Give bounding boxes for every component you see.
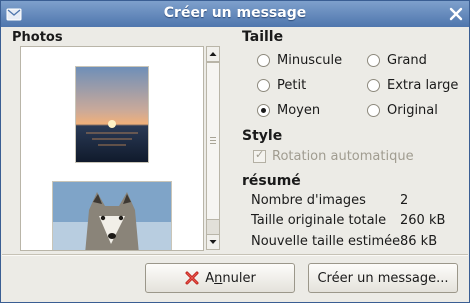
cancel-button[interactable]: Annuler [145,263,295,293]
radio-label: Original [387,103,438,118]
size-option-minuscule[interactable]: Minuscule [257,53,342,68]
photo-list-scrollbar[interactable] [206,46,220,250]
summary-row-value: 260 kB [400,213,446,228]
radio-label: Extra large [387,78,459,93]
summary-row-label: Nombre d'images [251,193,366,208]
radio-label: Moyen [277,103,321,118]
sunset-image [76,67,148,162]
radio-label: Grand [387,53,427,68]
auto-rotate-checkbox[interactable]: ✓ Rotation automatique [253,148,414,164]
summary-section-label: résumé [242,173,301,189]
radio-icon [257,54,270,67]
grip-line [210,140,216,141]
checkbox-icon: ✓ [253,148,266,163]
size-option-moyen[interactable]: Moyen [257,103,320,118]
summary-row-value: 86 kB [400,234,438,249]
summary-row-value: 2 [400,193,409,208]
cancel-icon [185,271,199,285]
cancel-button-label: Annuler [205,270,256,286]
size-option-original[interactable]: Original [367,103,438,118]
arrow-down-icon [209,240,217,244]
title-bar[interactable]: Créer un message [1,1,469,27]
scroll-down-button[interactable] [207,234,219,249]
size-section-label: Taille [242,29,284,45]
scrollbar-thumb[interactable] [207,62,219,220]
radio-icon [257,79,270,92]
size-option-extra-large[interactable]: Extra large [367,78,458,93]
create-message-button[interactable]: Créer un message... [308,263,458,293]
radio-label: Minuscule [277,53,343,68]
arrow-up-icon [209,52,217,56]
create-message-button-label: Créer un message... [317,270,449,286]
wolf-image [53,182,171,250]
checkbox-label: Rotation automatique [272,149,414,164]
radio-label: Petit [277,78,307,93]
close-icon[interactable] [447,5,465,23]
window-title: Créer un message [163,5,307,21]
photo-list[interactable] [20,46,204,251]
radio-selected-icon [257,104,270,117]
summary-row-label: Taille originale totale [251,213,387,228]
radio-icon [367,54,380,67]
scroll-up-button[interactable] [207,47,219,62]
size-option-petit[interactable]: Petit [257,78,306,93]
summary-row-label: Nouvelle taille estimée [251,234,401,249]
grip-line [210,143,216,144]
photo-thumbnail-sunset[interactable] [75,66,149,163]
radio-icon [367,79,380,92]
dialog-window: Créer un message Photos Taille Minuscule… [0,0,470,303]
grip-line [210,137,216,138]
photos-label: Photos [12,30,63,45]
separator [2,254,468,256]
radio-icon [367,104,380,117]
photo-thumbnail-wolf[interactable] [52,181,172,250]
style-section-label: Style [242,128,283,144]
size-option-grand[interactable]: Grand [367,53,427,68]
